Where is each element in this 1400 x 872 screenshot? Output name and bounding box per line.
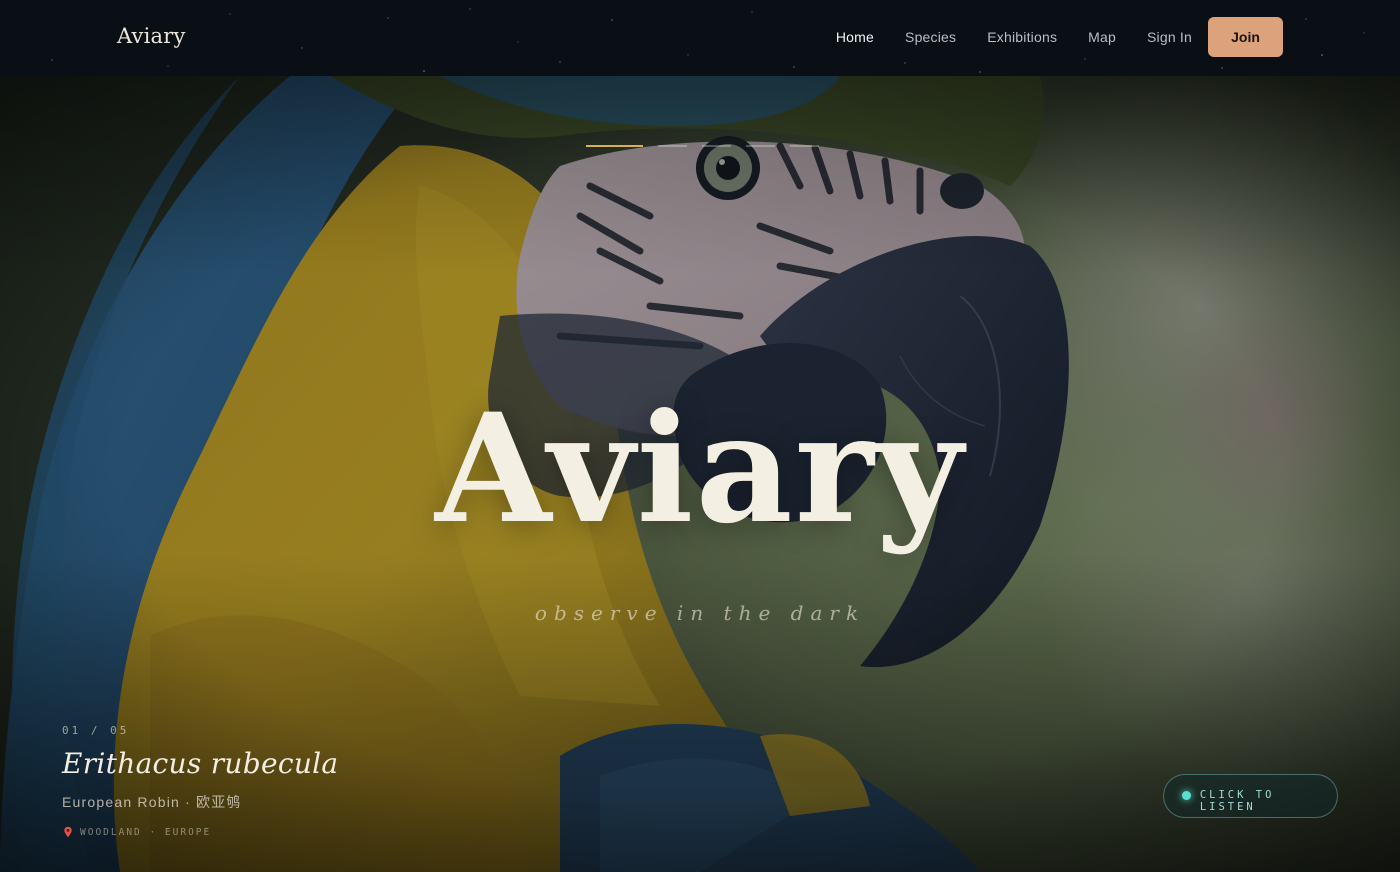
species-info: 01 / 05 Erithacus rubecula European Robi… bbox=[62, 724, 338, 838]
slide-indicator-5[interactable] bbox=[790, 145, 819, 147]
location-text: WOODLAND · EUROPE bbox=[80, 826, 212, 838]
nav-link-home[interactable]: Home bbox=[836, 29, 874, 45]
slide-indicator-1[interactable] bbox=[586, 145, 643, 147]
location-row: WOODLAND · EUROPE bbox=[62, 826, 338, 838]
join-button[interactable]: Join bbox=[1208, 17, 1283, 57]
listen-label: CLICK TO LISTEN bbox=[1199, 789, 1275, 813]
slide-progress bbox=[586, 145, 819, 147]
slide-counter: 01 / 05 bbox=[62, 724, 130, 737]
slide-indicator-3[interactable] bbox=[702, 145, 731, 147]
hero-tagline: observe in the dark bbox=[534, 601, 866, 625]
nav-link-map[interactable]: Map bbox=[1088, 29, 1116, 45]
slide-indicator-2[interactable] bbox=[658, 145, 687, 147]
common-name: European Robin · 欧亚鸲 bbox=[62, 794, 242, 810]
listen-button[interactable]: CLICK TO LISTEN bbox=[1163, 774, 1338, 818]
brand-logo[interactable]: Aviary bbox=[117, 24, 186, 48]
nav-link-species[interactable]: Species bbox=[905, 29, 956, 45]
nav-link-sign-in[interactable]: Sign In bbox=[1147, 29, 1192, 45]
hero-title: Aviary bbox=[435, 381, 965, 557]
sound-dot-icon bbox=[1182, 791, 1191, 800]
map-pin-icon bbox=[64, 826, 72, 838]
nav-link-exhibitions[interactable]: Exhibitions bbox=[987, 29, 1057, 45]
scientific-name: Erithacus rubecula bbox=[62, 747, 339, 780]
hero-section: Aviary observe in the dark 01 / 05 Erith… bbox=[0, 76, 1400, 872]
top-nav: Aviary Home Species Exhibitions Map Sign… bbox=[0, 0, 1400, 76]
slide-indicator-4[interactable] bbox=[746, 145, 775, 147]
nav-links: Home Species Exhibitions Map Sign In Joi… bbox=[805, 17, 1283, 57]
